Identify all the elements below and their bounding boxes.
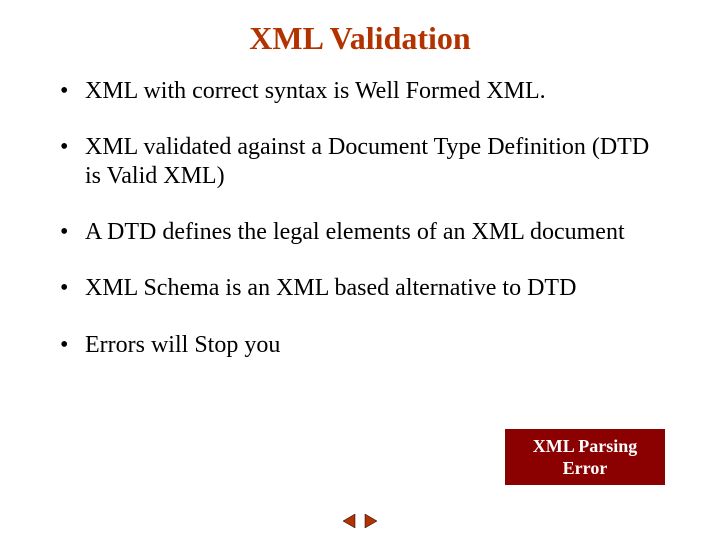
prev-arrow-icon[interactable]	[340, 512, 358, 530]
list-item: XML with correct syntax is Well Formed X…	[55, 77, 665, 105]
list-item: Errors will Stop you	[55, 331, 665, 359]
badge-line2: Error	[533, 457, 638, 480]
next-arrow-icon[interactable]	[362, 512, 380, 530]
bullet-list: XML with correct syntax is Well Formed X…	[55, 77, 665, 359]
badge-line1: XML Parsing	[533, 435, 638, 458]
nav-controls	[340, 512, 380, 530]
list-item: XML Schema is an XML based alternative t…	[55, 274, 665, 302]
error-badge: XML Parsing Error	[505, 429, 665, 485]
list-item: XML validated against a Document Type De…	[55, 133, 665, 190]
slide-content: XML with correct syntax is Well Formed X…	[0, 67, 720, 359]
slide-title: XML Validation	[0, 0, 720, 67]
list-item: A DTD defines the legal elements of an X…	[55, 218, 665, 246]
